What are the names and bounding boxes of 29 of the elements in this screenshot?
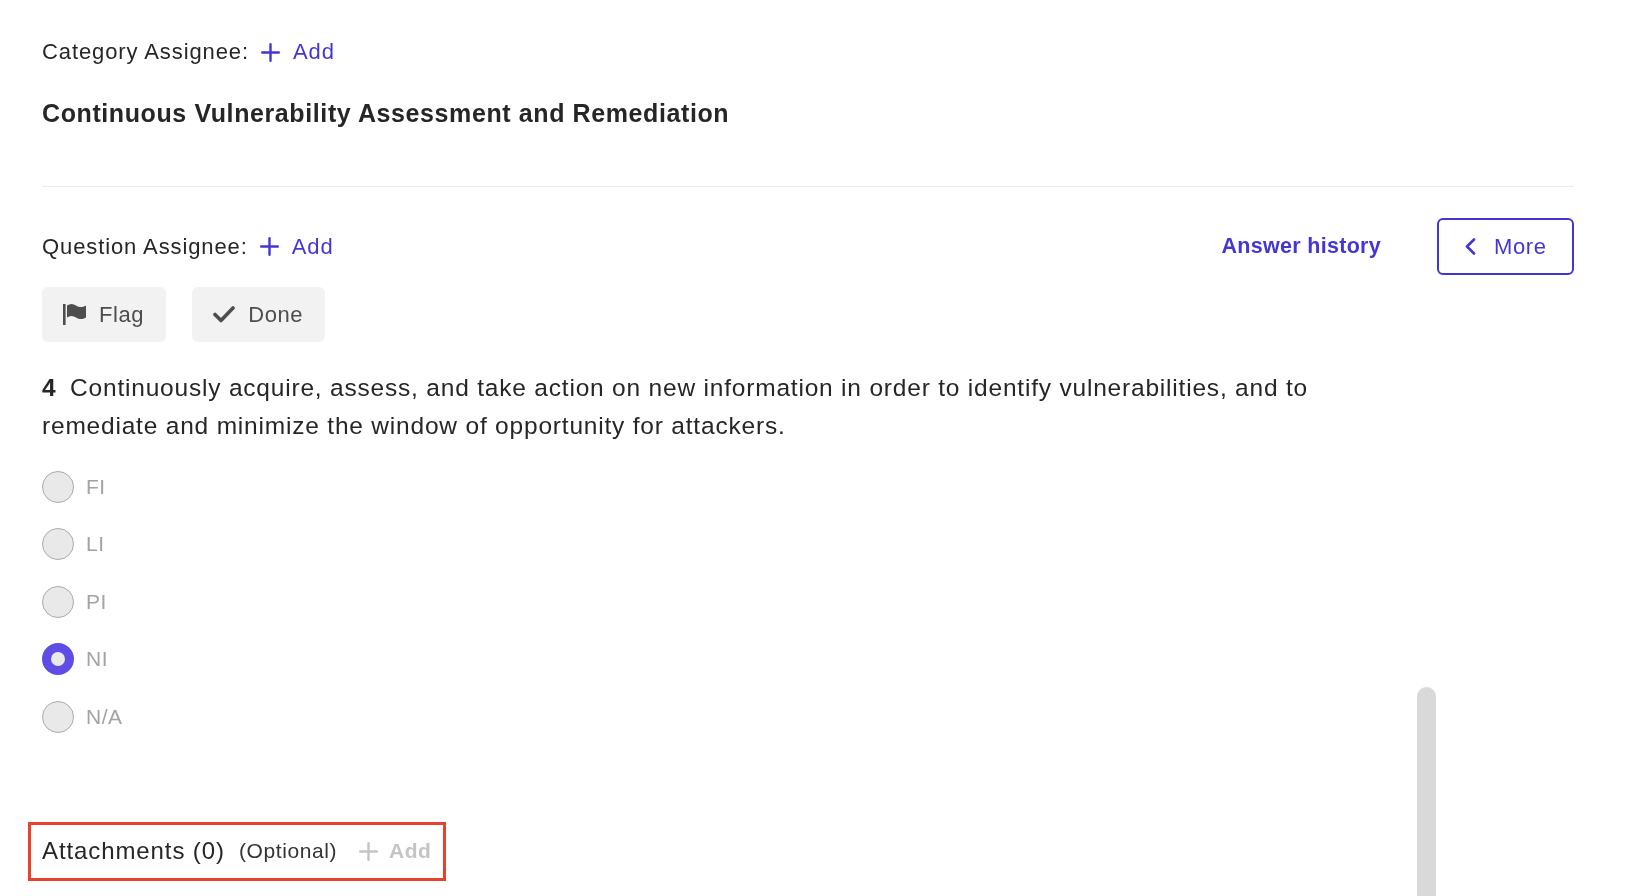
option-label: LI [86, 532, 105, 557]
add-assignee-link[interactable]: Add [261, 37, 335, 67]
add-assignee-link[interactable]: Add [259, 231, 334, 262]
attachments-label: Attachments (0) [42, 837, 225, 865]
chevron-left-icon [1465, 238, 1476, 255]
radio-button[interactable] [42, 528, 74, 561]
more-button[interactable]: More [1437, 218, 1574, 275]
flag-icon [63, 304, 86, 325]
option-label: N/A [86, 704, 123, 729]
plus-icon [359, 841, 379, 861]
category-title: Continuous Vulnerability Assessment and Remediation [42, 98, 730, 129]
assignee-label: Question Assignee: [42, 232, 248, 261]
option-label: NI [86, 647, 108, 672]
scrollbar-thumb[interactable] [1417, 687, 1436, 896]
optional-note: (Optional) [238, 839, 338, 863]
radio-button[interactable] [42, 643, 74, 676]
option-label: FI [86, 474, 106, 499]
checkmark-icon [213, 306, 236, 323]
radio-button[interactable] [42, 700, 74, 733]
plus-icon [259, 237, 279, 256]
radio-button[interactable] [42, 585, 74, 618]
flag-button[interactable]: Flag [42, 287, 167, 342]
plus-icon [261, 42, 280, 62]
assignee-label: Category Assignee: [42, 38, 249, 66]
option-label: PI [86, 589, 107, 614]
radio-button[interactable] [42, 470, 74, 503]
question-text: 4 Continuously acquire, assess, and take action on new information in order to identify vulnerabilities, and to remediate and minimize the window of opportunity for attackers. [42, 373, 1310, 441]
done-button[interactable]: Done [192, 287, 326, 342]
answer-history-link[interactable]: Answer history [1221, 234, 1381, 259]
